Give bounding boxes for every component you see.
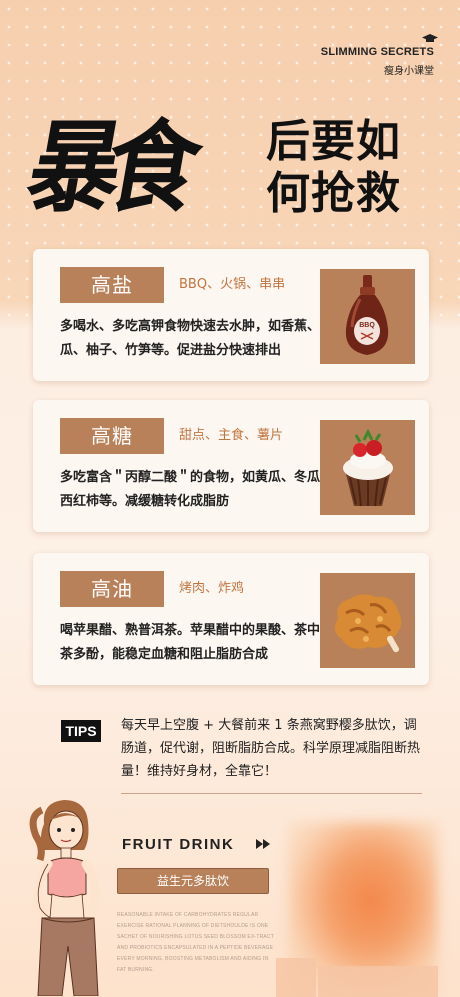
fast-forward-icon bbox=[256, 839, 270, 849]
fried-chicken-image bbox=[320, 573, 415, 668]
headline: 暴食 后要如 何抢救 bbox=[19, 108, 430, 228]
card-tag: 高盐 bbox=[60, 267, 164, 303]
product-title: FRUIT DRINK bbox=[122, 836, 235, 853]
card-tag: 高油 bbox=[60, 571, 164, 607]
card-subtitle: 甜点、主食、薯片 bbox=[179, 428, 284, 443]
card-subtitle: BBQ、火锅、串串 bbox=[179, 277, 286, 292]
card-body: 多喝水、多吃高钾食物快速去水肿，如香蕉、西瓜、柚子、竹笋等。促进盐分快速排出 bbox=[60, 319, 334, 358]
card-subtitle: 烤肉、炸鸡 bbox=[179, 581, 245, 596]
fried-chicken-icon bbox=[334, 594, 402, 653]
woman-illustration bbox=[29, 800, 101, 996]
brand-block: SLIMMING SECRETS 瘦身小课堂 bbox=[320, 34, 438, 77]
headline-small: 后要如 何抢救 bbox=[266, 116, 401, 220]
fine-print: REASONABLE INTAKE OF CARBOHYDRATES REGUL… bbox=[117, 912, 274, 973]
divider bbox=[121, 793, 422, 794]
graduation-cap-icon bbox=[422, 34, 438, 42]
brand-subtitle: 瘦身小课堂 bbox=[384, 66, 434, 77]
card-body: 喝苹果醋、熟普洱茶。苹果醋中的果酸、茶中的茶多酚，能稳定血糖和阻止脂肪合成 bbox=[60, 623, 334, 662]
bbq-sauce-image: BBQ bbox=[320, 269, 415, 364]
cupcake-image bbox=[320, 420, 415, 515]
podium-block bbox=[276, 958, 316, 997]
poster: SLIMMING SECRETS 瘦身小课堂 暴食 后要如 何抢救 高盐 BBQ… bbox=[0, 0, 460, 997]
tips-text: 每天早上空腹 + 大餐前来 1 条燕窝野樱多肽饮，调肠道，促代谢，阻断脂肪合成。… bbox=[121, 718, 421, 779]
card-high-salt: 高盐 BBQ、火锅、串串 多喝水、多吃高钾食物快速去水肿，如香蕉、西瓜、柚子、竹… bbox=[33, 249, 429, 381]
headline-line-2: 何抢救 bbox=[266, 168, 401, 219]
brand-title: SLIMMING SECRETS bbox=[320, 46, 434, 58]
headline-big: 暴食 bbox=[19, 110, 196, 226]
headline-line-1: 后要如 bbox=[266, 116, 401, 167]
tips-label: TIPS bbox=[61, 720, 101, 742]
card-high-sugar: 高糖 甜点、主食、薯片 多吃富含＂丙醇二酸＂的食物，如黄瓜、冬瓜、西红柿等。减缓… bbox=[33, 400, 429, 532]
podium-block bbox=[318, 966, 438, 997]
bottle-label: BBQ bbox=[359, 322, 375, 329]
product-button[interactable]: 益生元多肽饮 bbox=[117, 868, 269, 894]
cupcake-icon bbox=[343, 428, 393, 507]
card-high-oil: 高油 烤肉、炸鸡 喝苹果醋、熟普洱茶。苹果醋中的果酸、茶中的茶多酚，能稳定血糖和… bbox=[33, 553, 429, 685]
card-tag: 高糖 bbox=[60, 418, 164, 454]
card-body: 多吃富含＂丙醇二酸＂的食物，如黄瓜、冬瓜、西红柿等。减缓糖转化成脂肪 bbox=[60, 470, 334, 509]
bbq-sauce-bottle-icon: BBQ bbox=[345, 275, 389, 355]
